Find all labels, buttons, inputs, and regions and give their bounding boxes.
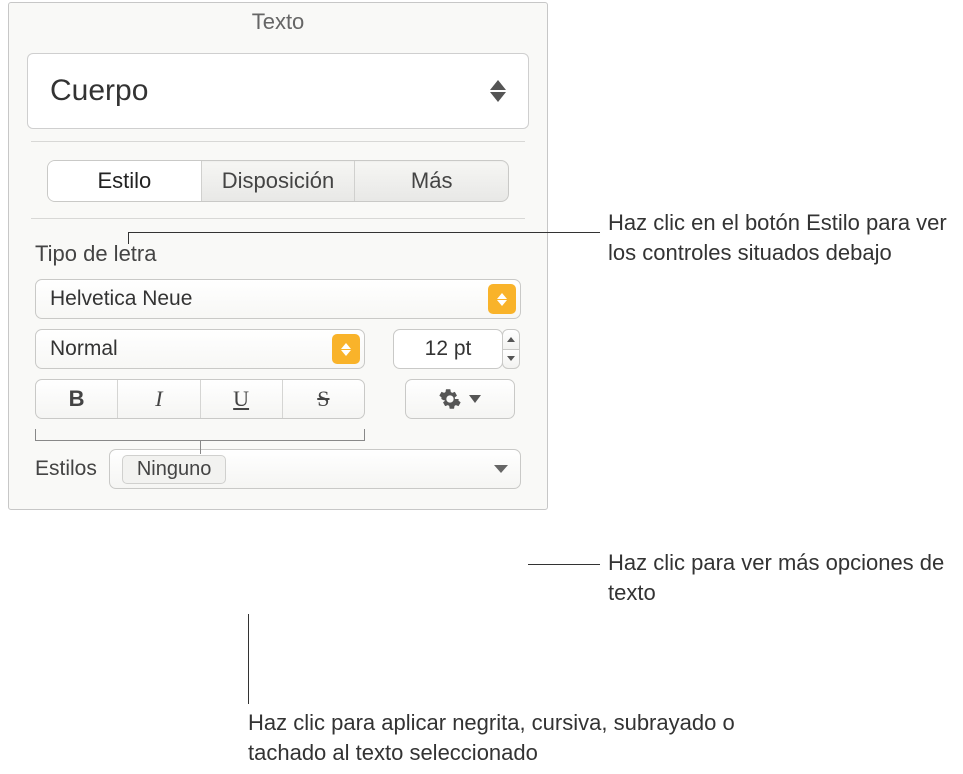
callout-bracket xyxy=(35,429,365,441)
gear-icon xyxy=(439,388,461,410)
tab-segmented-control: Estilo Disposición Más xyxy=(47,160,509,202)
font-size-field[interactable]: 12 pt xyxy=(393,329,503,369)
stepper-up[interactable] xyxy=(502,329,520,349)
stepper-down[interactable] xyxy=(502,349,520,370)
text-format-panel: Texto Cuerpo Estilo Disposición Más Tipo… xyxy=(8,2,548,510)
font-weight-select[interactable]: Normal xyxy=(35,329,365,369)
character-styles-value: Ninguno xyxy=(122,455,227,484)
character-styles-label: Estilos xyxy=(35,457,97,481)
callout-text: Haz clic en el botón Estilo para ver los… xyxy=(608,208,948,267)
chevron-down-icon xyxy=(469,395,481,403)
bold-button[interactable]: B xyxy=(36,380,117,418)
dropdown-arrows-icon xyxy=(332,334,360,364)
paragraph-style-dropdown[interactable]: Cuerpo xyxy=(27,53,529,129)
tab-layout[interactable]: Disposición xyxy=(201,161,355,201)
font-weight-value: Normal xyxy=(50,337,118,361)
italic-button[interactable]: I xyxy=(117,380,199,418)
callout-leader-line xyxy=(128,232,600,233)
strikethrough-button[interactable]: S xyxy=(282,380,364,418)
dropdown-arrows-icon xyxy=(488,284,516,314)
paragraph-style-label: Cuerpo xyxy=(50,74,148,108)
panel-title: Texto xyxy=(9,3,547,45)
callout-leader-line xyxy=(528,564,600,565)
callout-text: Haz clic para aplicar negrita, cursiva, … xyxy=(248,708,748,767)
chevron-updown-icon xyxy=(490,80,506,102)
divider xyxy=(31,218,525,219)
tab-style[interactable]: Estilo xyxy=(48,161,201,201)
callout-leader-line xyxy=(248,614,249,704)
font-size-stepper xyxy=(502,329,520,369)
tab-more[interactable]: Más xyxy=(354,161,508,201)
callout-leader-line xyxy=(128,232,129,244)
advanced-options-button[interactable] xyxy=(405,379,515,419)
font-family-select[interactable]: Helvetica Neue xyxy=(35,279,521,319)
font-family-value: Helvetica Neue xyxy=(50,287,192,311)
callout-text: Haz clic para ver más opciones de texto xyxy=(608,548,948,607)
text-style-group: B I U S xyxy=(35,379,365,419)
chevron-down-icon xyxy=(494,460,508,478)
font-size-value: 12 pt xyxy=(425,337,472,361)
character-styles-select[interactable]: Ninguno xyxy=(109,449,521,489)
divider xyxy=(31,141,525,142)
underline-button[interactable]: U xyxy=(200,380,282,418)
